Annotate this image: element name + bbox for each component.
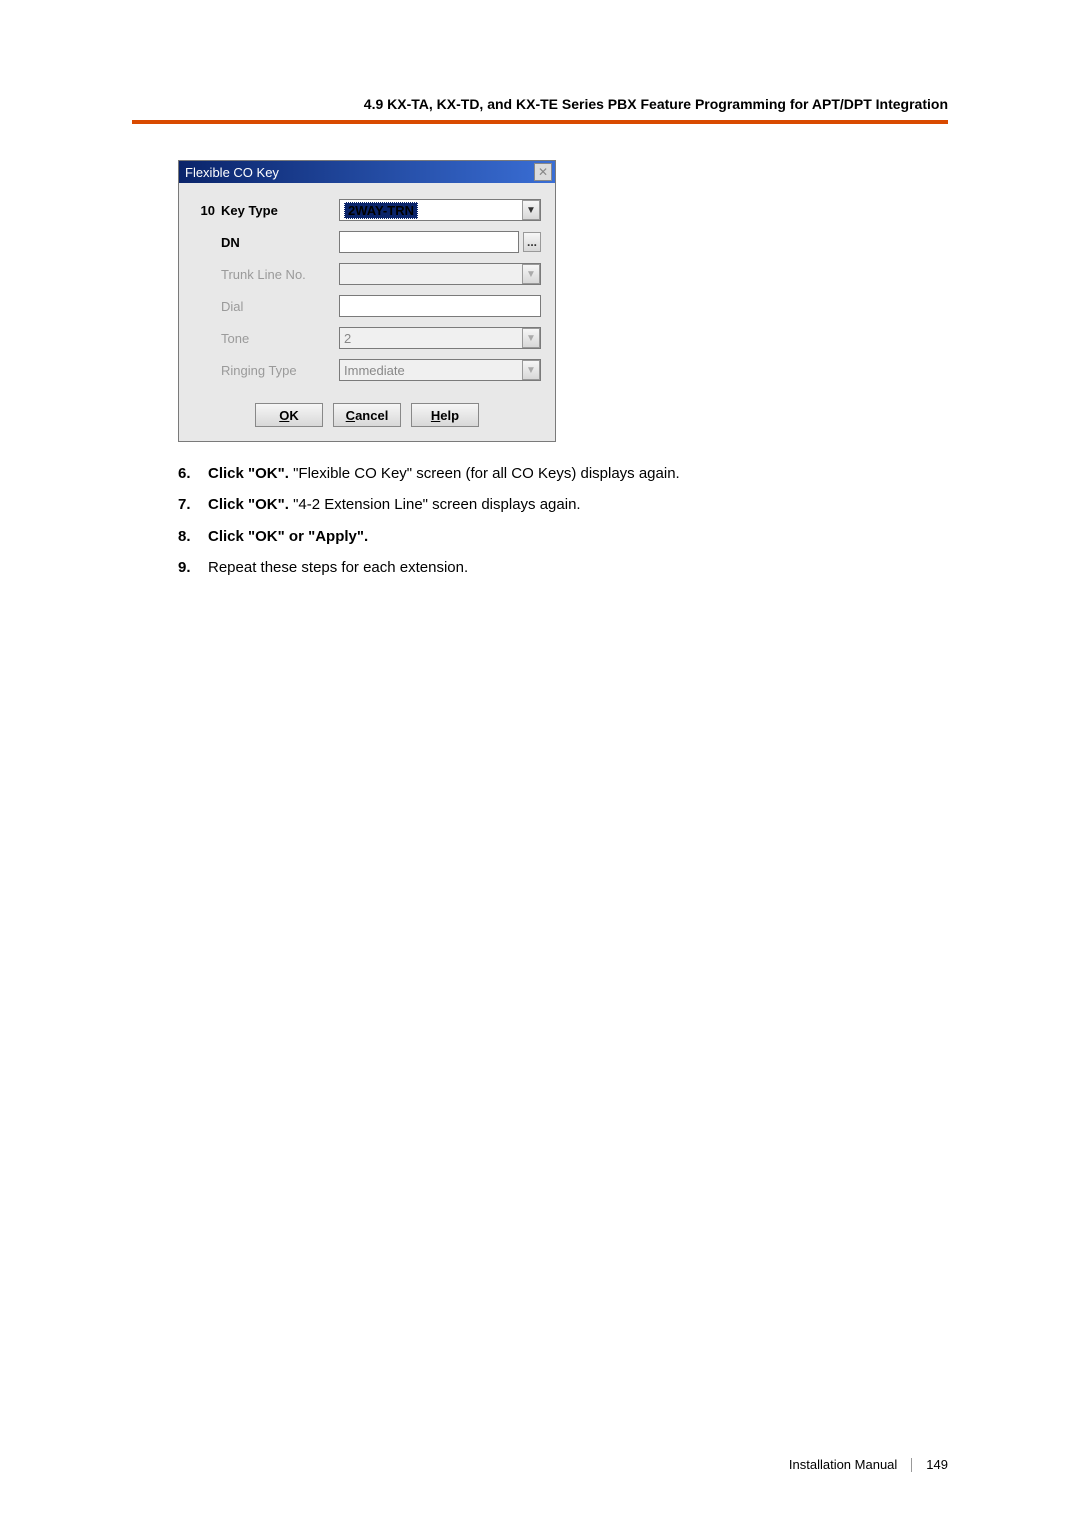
section-title: 4.9 KX-TA, KX-TD, and KX-TE Series PBX F… <box>364 96 948 112</box>
dn-more-button[interactable]: ... <box>523 232 541 252</box>
dialog-body: 10 Key Type 2WAY-TRN ▼ DN ... <box>179 183 555 441</box>
footer-divider <box>911 1458 912 1472</box>
chevron-down-icon: ▼ <box>522 264 540 284</box>
instruction-steps: 6. Click "OK". "Flexible CO Key" screen … <box>178 462 948 587</box>
key-type-combo[interactable]: 2WAY-TRN ▼ <box>339 199 541 221</box>
step-number: 8. <box>178 525 208 548</box>
page-footer: Installation Manual 149 <box>789 1457 948 1472</box>
footer-page: 149 <box>926 1457 948 1472</box>
step-number: 7. <box>178 493 208 516</box>
cancel-ul: C <box>346 408 355 423</box>
ok-ul: O <box>279 408 289 423</box>
dial-input[interactable] <box>339 295 541 317</box>
dialog-flexible-co-key: Flexible CO Key ✕ 10 Key Type 2WAY-TRN ▼… <box>178 160 556 442</box>
footer-doc: Installation Manual <box>789 1457 897 1472</box>
step-7: 7. Click "OK". "4-2 Extension Line" scre… <box>178 493 948 516</box>
help-button[interactable]: Help <box>411 403 479 427</box>
step-bold: Click "OK". <box>208 496 289 513</box>
tone-value: 2 <box>344 331 351 346</box>
step-9: 9. Repeat these steps for each extension… <box>178 556 948 579</box>
trunk-combo: ▼ <box>339 263 541 285</box>
step-text: Click "OK". "4-2 Extension Line" screen … <box>208 493 948 516</box>
key-type-value: 2WAY-TRN <box>344 202 418 219</box>
step-number: 6. <box>178 462 208 485</box>
label-ringing: Ringing Type <box>221 363 339 378</box>
ringing-combo: Immediate ▼ <box>339 359 541 381</box>
label-trunk: Trunk Line No. <box>221 267 339 282</box>
row-dn: DN ... <box>193 231 541 253</box>
row-ringing: Ringing Type Immediate ▼ <box>193 359 541 381</box>
row-trunk: Trunk Line No. ▼ <box>193 263 541 285</box>
row-dial: Dial <box>193 295 541 317</box>
step-rest: Repeat these steps for each extension. <box>208 559 468 576</box>
step-rest-bold: or "Apply". <box>285 528 368 545</box>
section-header: 4.9 KX-TA, KX-TD, and KX-TE Series PBX F… <box>132 96 948 118</box>
close-icon: ✕ <box>538 165 548 179</box>
row-tone: Tone 2 ▼ <box>193 327 541 349</box>
step-rest: "Flexible CO Key" screen (for all CO Key… <box>289 465 680 482</box>
close-button[interactable]: ✕ <box>534 163 552 181</box>
step-text: Click "OK" or "Apply". <box>208 525 948 548</box>
step-text: Click "OK". "Flexible CO Key" screen (fo… <box>208 462 948 485</box>
help-ul: H <box>431 408 440 423</box>
dialog-button-row: OK Cancel Help <box>193 403 541 427</box>
dialog-titlebar: Flexible CO Key ✕ <box>179 161 555 183</box>
step-text: Repeat these steps for each extension. <box>208 556 948 579</box>
dialog-title: Flexible CO Key <box>185 165 279 180</box>
cancel-rest: ancel <box>355 408 388 423</box>
chevron-down-icon: ▼ <box>522 328 540 348</box>
step-number: 9. <box>178 556 208 579</box>
label-dn: DN <box>221 235 339 250</box>
more-icon: ... <box>527 235 537 249</box>
row-number: 10 <box>193 203 221 218</box>
ok-button[interactable]: OK <box>255 403 323 427</box>
step-rest: "4-2 Extension Line" screen displays aga… <box>289 496 581 513</box>
label-tone: Tone <box>221 331 339 346</box>
ok-rest: K <box>289 408 298 423</box>
step-bold: Click "OK". <box>208 465 289 482</box>
cancel-button[interactable]: Cancel <box>333 403 401 427</box>
label-key-type: Key Type <box>221 203 339 218</box>
chevron-down-icon: ▼ <box>522 200 540 220</box>
ringing-value: Immediate <box>344 363 405 378</box>
help-rest: elp <box>440 408 459 423</box>
step-6: 6. Click "OK". "Flexible CO Key" screen … <box>178 462 948 485</box>
label-dial: Dial <box>221 299 339 314</box>
step-bold: Click "OK" <box>208 528 285 545</box>
dn-input[interactable] <box>339 231 519 253</box>
tone-combo: 2 ▼ <box>339 327 541 349</box>
header-rule <box>132 120 948 124</box>
chevron-down-icon: ▼ <box>522 360 540 380</box>
row-key-type: 10 Key Type 2WAY-TRN ▼ <box>193 199 541 221</box>
step-8: 8. Click "OK" or "Apply". <box>178 525 948 548</box>
